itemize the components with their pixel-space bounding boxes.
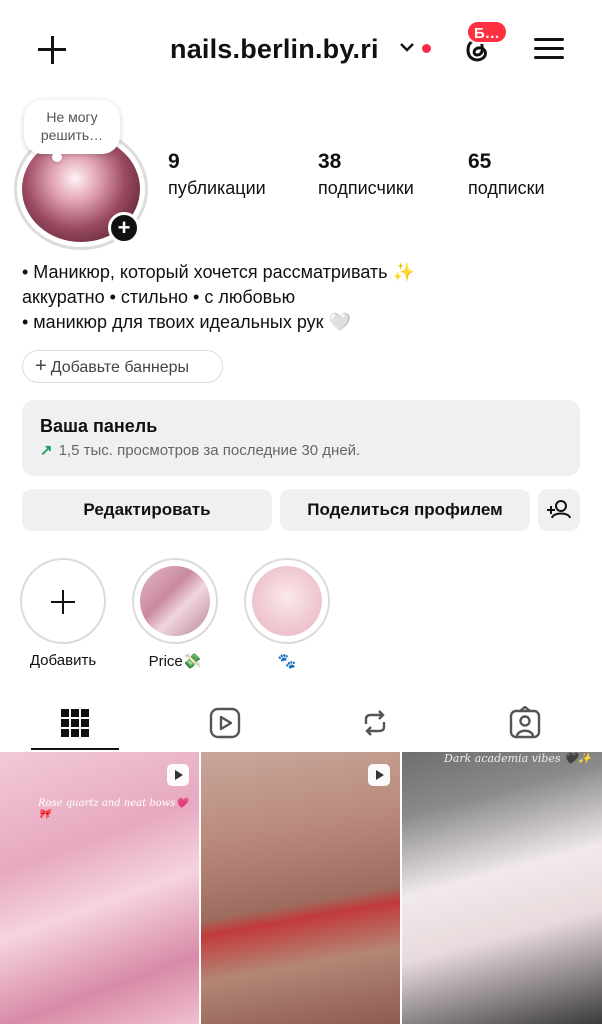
dashboard-subtitle: 1,5 тыс. просмотров за последние 30 дней… xyxy=(58,442,361,459)
grid-icon xyxy=(61,709,89,737)
highlight-add[interactable]: Добавить xyxy=(20,558,106,669)
note-text: Не могу решить… xyxy=(40,109,104,143)
highlight-ring xyxy=(132,558,218,644)
post-caption: Dark academia vibes 🖤✨ xyxy=(444,752,592,765)
professional-dashboard[interactable]: Ваша панель ↗ 1,5 тыс. просмотров за посл… xyxy=(22,400,580,476)
reel-badge-icon xyxy=(167,764,189,786)
menu-icon[interactable] xyxy=(534,36,564,62)
add-banners-label: Добавьте баннеры xyxy=(50,359,190,376)
tagged-icon xyxy=(509,706,541,739)
post-thumbnail[interactable]: Rose quartz and neat bows💗🎀 xyxy=(0,752,199,1024)
reel-badge-icon xyxy=(368,764,390,786)
trend-up-icon: ↗ xyxy=(40,442,53,459)
highlight-price[interactable]: Price💸 xyxy=(132,558,218,670)
stat-following[interactable]: 65 подписки xyxy=(468,150,545,199)
add-story-plus-icon[interactable]: + xyxy=(108,212,140,244)
add-person-button[interactable] xyxy=(538,489,580,531)
notification-badge[interactable]: Б… xyxy=(466,20,508,44)
profile-username[interactable]: nails.berlin.by.ri xyxy=(170,34,379,65)
add-highlight-plus-icon xyxy=(20,558,106,644)
create-plus-icon[interactable] xyxy=(32,30,72,70)
tab-grid[interactable] xyxy=(0,698,150,750)
tab-tagged[interactable] xyxy=(450,698,600,750)
tab-reposts[interactable] xyxy=(300,698,450,750)
reposts-icon xyxy=(364,710,386,736)
stat-posts[interactable]: 9 публикации xyxy=(168,150,266,199)
tab-reels[interactable] xyxy=(150,698,300,750)
bio-line: • Маникюр, который хочется рассматривать… xyxy=(22,262,415,282)
reels-icon xyxy=(209,707,241,739)
active-tab-indicator xyxy=(31,748,119,750)
stat-value: 9 xyxy=(168,150,180,173)
note-bubble[interactable]: Не могу решить… xyxy=(24,100,120,154)
highlight-cover xyxy=(140,566,210,636)
highlight-label: Price💸 xyxy=(148,653,202,670)
share-profile-button[interactable]: Поделиться профилем xyxy=(280,489,530,531)
bio-line: • маникюр для твоих идеальных рук 🤍 xyxy=(22,312,351,332)
highlight-cover xyxy=(252,566,322,636)
stat-value: 65 xyxy=(468,150,492,173)
dashboard-title: Ваша панель xyxy=(40,416,158,436)
unread-dot xyxy=(422,44,431,53)
top-bar: nails.berlin.by.ri Б… xyxy=(0,0,602,100)
highlight-label: Добавить xyxy=(29,652,97,669)
stat-label: подписки xyxy=(468,178,545,198)
post-caption: Rose quartz and neat bows💗🎀 xyxy=(38,798,188,820)
highlight-ring xyxy=(244,558,330,644)
note-tail xyxy=(52,152,62,162)
add-banners-button[interactable]: + Добавьте баннеры xyxy=(22,350,223,383)
highlight-label: 🐾 xyxy=(277,653,297,670)
stat-value: 38 xyxy=(318,150,342,173)
edit-profile-button[interactable]: Редактировать xyxy=(22,489,272,531)
bio-line: аккуратно • стильно • с любовью xyxy=(22,287,296,307)
plus-icon: + xyxy=(35,355,47,377)
stat-followers[interactable]: 38 подписчики xyxy=(318,150,414,199)
profile-tabs xyxy=(0,698,602,750)
chevron-down-icon[interactable] xyxy=(400,42,414,52)
stat-label: публикации xyxy=(168,178,266,198)
add-person-icon xyxy=(547,500,571,519)
post-thumbnail[interactable] xyxy=(201,752,400,1024)
bio: • Маникюр, который хочется рассматривать… xyxy=(22,260,415,335)
post-thumbnail[interactable]: Dark academia vibes 🖤✨ xyxy=(402,752,602,1024)
highlight-paws[interactable]: 🐾 xyxy=(244,558,330,670)
stat-label: подписчики xyxy=(318,178,414,198)
